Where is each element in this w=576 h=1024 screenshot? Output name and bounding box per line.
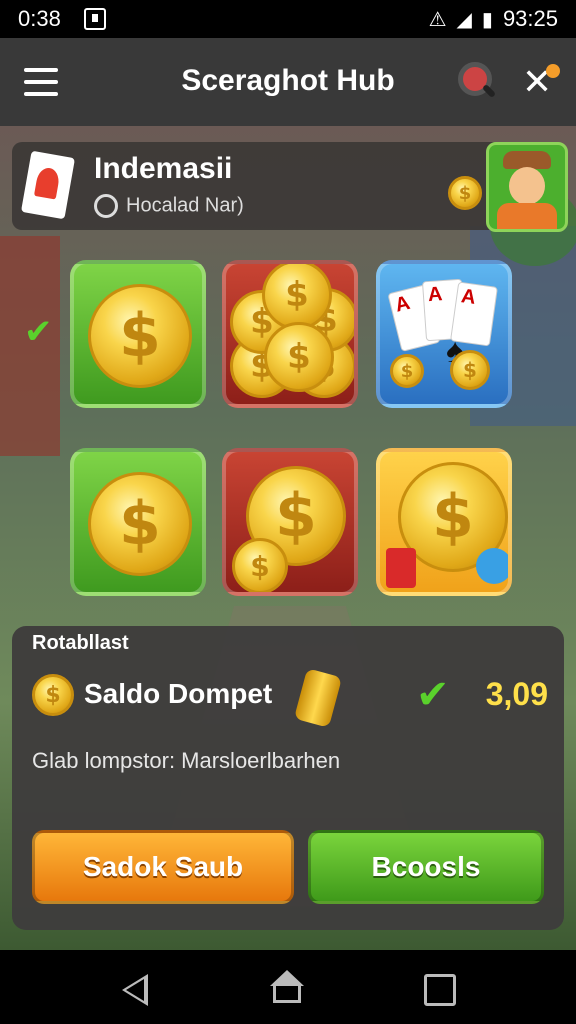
app-bar: Sceraghot Hub ✕ [0, 38, 576, 126]
recent-apps-icon[interactable] [424, 974, 456, 1006]
game-tile-coin-yellow[interactable]: $ [376, 448, 512, 596]
status-time: 0:38 [18, 6, 61, 31]
settings-icon [94, 194, 118, 218]
profile-name: Indemasii [94, 152, 233, 185]
profile-subtitle: Hocalad Nar) [94, 194, 244, 218]
status-bar: 0:38 ⚠ ◢ ▮ 93:25 [0, 0, 576, 38]
avatar[interactable] [486, 142, 568, 232]
coin-icon: $ [32, 674, 74, 716]
status-right: ⚠ ◢ ▮ 93:25 [429, 6, 558, 32]
notification-icon [84, 8, 106, 30]
home-icon[interactable] [270, 970, 304, 1004]
dollar-coin-icon: $ [262, 264, 332, 330]
playing-card-icon [20, 150, 76, 220]
game-tile-cards[interactable]: A A A ♠ $ $ [376, 260, 512, 408]
vibrate-icon: ⚠ [428, 8, 447, 31]
search-icon[interactable] [456, 60, 497, 100]
wallet-balance: 3,09 [485, 676, 548, 712]
wallet-note: Glab lompstor: Marsloerlbarhen [32, 748, 341, 773]
game-tile-coin-green-2[interactable]: $ [70, 448, 206, 596]
profile-card[interactable]: Indemasii Hocalad Nar) $ [12, 142, 562, 230]
game-tile-coin-pile[interactable]: $ $ $ $ $ $ [222, 260, 358, 408]
tools-icon[interactable]: ✕ [522, 60, 566, 104]
boosts-button[interactable]: Bcoosls [308, 830, 544, 904]
dollar-coin-icon: $ [450, 350, 490, 390]
wifi-icon: ◢ [456, 8, 472, 31]
dollar-coin-icon: $ [264, 322, 334, 392]
checkmark-icon: ✔ [416, 673, 450, 717]
dollar-coin-icon: $ [232, 538, 288, 592]
back-icon[interactable] [122, 974, 148, 1006]
checkmark-icon: ✔ [24, 313, 53, 351]
dollar-coin-icon: $ [88, 472, 192, 576]
battery-icon: ▮ [481, 8, 493, 31]
dollar-coin-icon: $ [88, 284, 192, 388]
game-tile-coin-green[interactable]: $ [70, 260, 206, 408]
section-title: Rotabllast [32, 632, 129, 654]
coin-icon: $ [448, 176, 482, 210]
system-nav-bar [0, 950, 576, 1024]
cup-icon [386, 548, 416, 588]
wallet-label: Saldo Dompet [84, 678, 273, 709]
status-clock: 93:25 [502, 6, 558, 31]
gem-icon [476, 548, 508, 584]
coin-stack-icon [293, 668, 343, 728]
game-tile-coins-red[interactable]: $ $ [222, 448, 358, 596]
wallet-panel: Rotabllast $ Saldo Dompet ✔ 3,09 Glab lo… [12, 626, 564, 930]
primary-action-button[interactable]: Sadok Saub [32, 830, 294, 904]
dollar-coin-icon: $ [390, 354, 424, 388]
